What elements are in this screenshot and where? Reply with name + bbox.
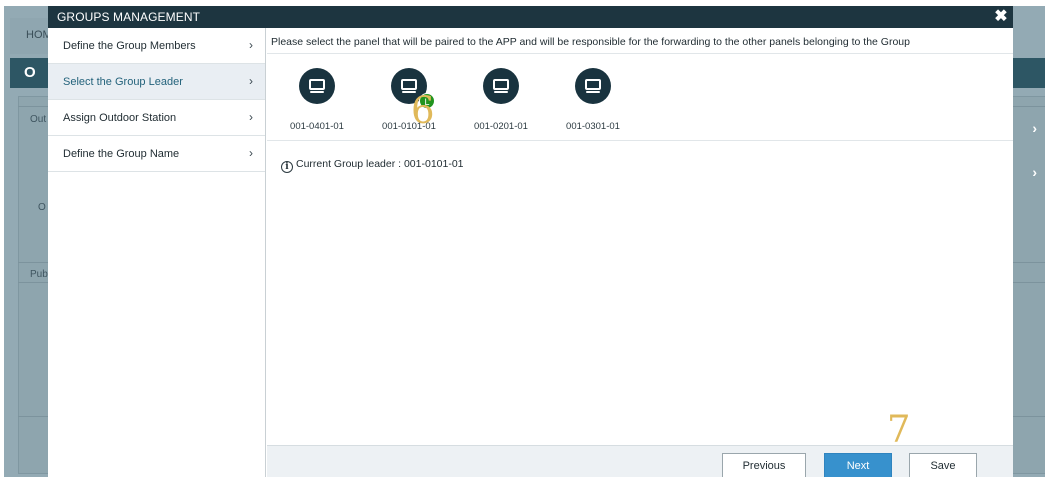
background-bar-letter: O [24,64,36,81]
current-leader-info: i Current Group leader : 001-0101-01 [281,158,464,173]
chevron-right-icon: › [249,110,253,124]
instruction-text: Please select the panel that will be pai… [267,28,1013,54]
info-icon: i [281,161,293,173]
panel-selector: 001-0401-01 L 001-0101-01 001-0201-01 00… [267,55,1013,141]
modal-header: GROUPS MANAGEMENT ✖ [48,6,1013,28]
step-label: Assign Outdoor Station [63,112,177,124]
next-button[interactable]: Next [824,453,892,477]
background-row-label: Pub [30,269,48,280]
wizard-steps-sidebar: Define the Group Members › Select the Gr… [48,28,266,477]
step-label: Define the Group Members [63,40,196,52]
groups-management-modal: GROUPS MANAGEMENT ✖ Define the Group Mem… [48,6,1013,477]
panel-id: 001-0201-01 [474,121,528,132]
panel-option[interactable]: 001-0401-01 [281,63,353,139]
previous-button[interactable]: Previous [722,453,806,477]
step-annotation-6: 6 [411,89,435,132]
step-content: Please select the panel that will be pai… [267,28,1013,477]
chevron-right-icon: › [249,146,253,160]
panel-icon [299,68,335,104]
step-define-group-name[interactable]: Define the Group Name › [48,136,265,172]
background-row-label: Out [30,114,47,125]
close-icon[interactable]: ✖ [992,7,1010,27]
chevron-right-icon: › [1032,120,1037,136]
step-select-group-leader[interactable]: Select the Group Leader › [48,64,265,100]
step-label: Define the Group Name [63,148,180,160]
panel-icon [483,68,519,104]
modal-title: GROUPS MANAGEMENT [57,10,201,24]
panel-icon [575,68,611,104]
panel-id: 001-0401-01 [290,121,344,132]
panel-option[interactable]: 001-0201-01 [465,63,537,139]
background-row-label: O [38,202,46,213]
current-leader-text: Current Group leader : 001-0101-01 [296,158,464,170]
chevron-right-icon: › [249,74,253,88]
panel-id: 001-0301-01 [566,121,620,132]
chevron-right-icon: › [249,38,253,52]
step-assign-outdoor-station[interactable]: Assign Outdoor Station › [48,100,265,136]
save-button[interactable]: Save [909,453,977,477]
step-label: Select the Group Leader [63,76,183,88]
screen: HOM O Out O Pub › › GROUPS MANAGEMENT ✖ … [0,0,1045,477]
panel-option[interactable]: 001-0301-01 [557,63,629,139]
step-define-group-members[interactable]: Define the Group Members › [48,28,265,64]
wizard-footer: Previous Next Save [267,445,1013,477]
chevron-right-icon: › [1032,164,1037,180]
